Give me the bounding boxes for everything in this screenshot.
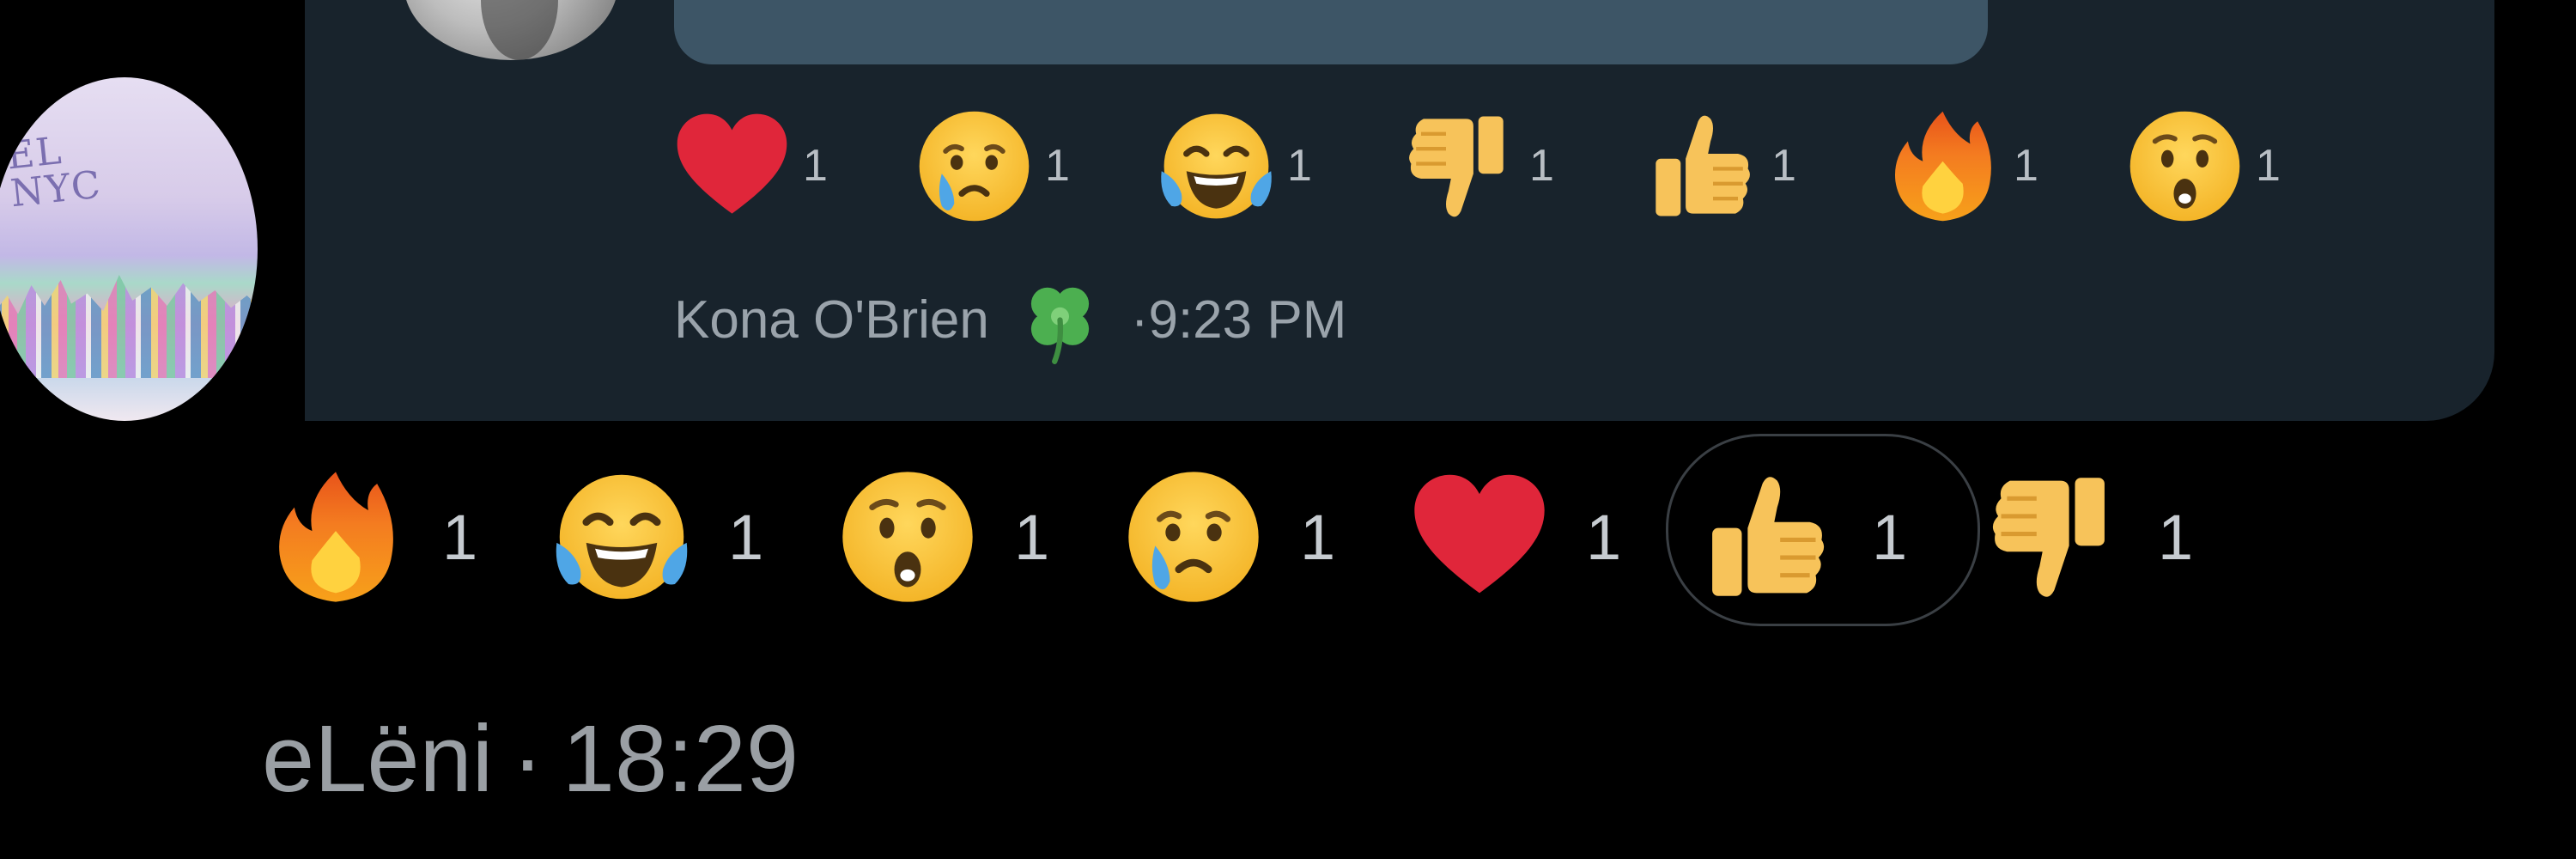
reaction-surprised[interactable]: 1 [834, 463, 1120, 611]
quoted-message-time: ·9:23 PM [1130, 290, 1347, 350]
reaction-count: 1 [1014, 501, 1050, 573]
quoted-reaction-thumbs-down[interactable]: 1 [1396, 104, 1638, 228]
surprised-face-icon [834, 463, 981, 611]
quoted-reactions: 1 1 1 1 1 1 1 [670, 101, 2365, 230]
crying-face-icon [912, 104, 1036, 228]
quoted-media-preview[interactable] [674, 0, 1988, 64]
quoted-reaction-thumbs-up[interactable]: 1 [1638, 104, 1880, 228]
reaction-count: 1 [2158, 501, 2194, 573]
quoted-reaction-surprised[interactable]: 1 [2123, 104, 2365, 228]
thumbs-down-icon [1978, 463, 2125, 611]
avatar-skyline [0, 275, 258, 378]
reaction-fire[interactable]: 1 [262, 463, 548, 611]
thumbs-up-icon [1638, 104, 1763, 228]
meta-separator: · [512, 706, 544, 812]
avatar-scribble: EL NYC [4, 128, 105, 216]
quoted-message-meta: Kona O'Brien ·9:23 PM [674, 275, 1346, 365]
reaction-count: 1 [1872, 501, 1908, 573]
chat-screen: EL NYC 1 1 1 1 1 1 1 Kona O'Brien ·9:23 … [0, 0, 2576, 859]
reaction-count: 1 [2256, 141, 2281, 191]
reaction-crying[interactable]: 1 [1120, 463, 1406, 611]
four-leaf-clover-icon [1015, 275, 1105, 365]
heart-icon [670, 104, 794, 228]
message-author-name[interactable]: eLëni [262, 706, 493, 812]
thumbs-up-icon [1692, 463, 1839, 611]
reaction-count: 1 [728, 501, 764, 573]
heart-icon [1406, 463, 1553, 611]
reaction-tears-of-joy[interactable]: 1 [548, 463, 834, 611]
fire-icon [1880, 104, 2005, 228]
reaction-count: 1 [1287, 141, 1312, 191]
message-reactions: 1 1 1 1 1 1 1 [262, 434, 2263, 626]
quoted-author-name[interactable]: Kona O'Brien [674, 289, 989, 350]
quoted-reaction-fire[interactable]: 1 [1880, 104, 2123, 228]
quoted-reaction-crying[interactable]: 1 [912, 104, 1154, 228]
tears-of-joy-icon [1154, 104, 1279, 228]
quoted-reaction-heart[interactable]: 1 [670, 104, 912, 228]
reaction-thumbs-down[interactable]: 1 [1978, 463, 2263, 611]
fire-icon [262, 463, 410, 611]
reaction-count: 1 [1586, 501, 1622, 573]
reaction-count: 1 [1300, 501, 1336, 573]
surprised-face-icon [2123, 104, 2247, 228]
reaction-thumbs-up-selected[interactable]: 1 [1666, 434, 1980, 626]
thumbs-down-icon [1396, 104, 1521, 228]
message-time: 18:29 [562, 706, 799, 812]
reaction-count: 1 [1045, 141, 1070, 191]
reaction-count: 1 [2014, 141, 2038, 191]
reaction-count: 1 [1529, 141, 1554, 191]
sender-avatar[interactable]: EL NYC [0, 77, 258, 421]
crying-face-icon [1120, 463, 1267, 611]
reaction-count: 1 [442, 501, 478, 573]
message-meta: eLëni · 18:29 [262, 704, 799, 813]
tears-of-joy-icon [548, 463, 696, 611]
reaction-count: 1 [1771, 141, 1796, 191]
reaction-count: 1 [803, 141, 828, 191]
reaction-heart[interactable]: 1 [1406, 463, 1692, 611]
quoted-reaction-tears-of-joy[interactable]: 1 [1154, 104, 1396, 228]
